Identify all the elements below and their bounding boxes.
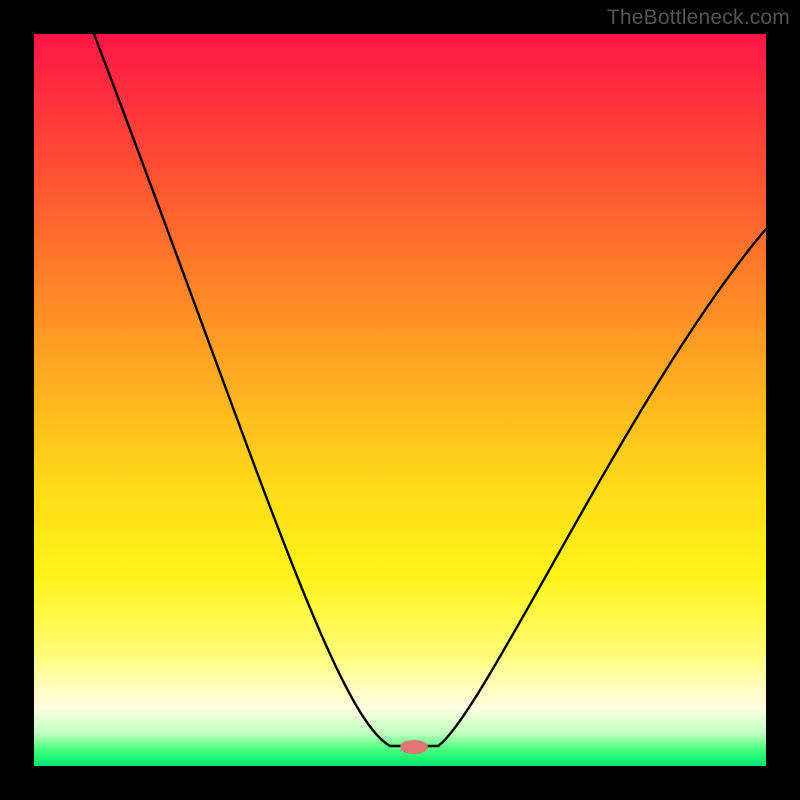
chart-frame: TheBottleneck.com xyxy=(0,0,800,800)
plot-area xyxy=(34,34,766,766)
watermark-label: TheBottleneck.com xyxy=(607,6,790,30)
gradient-background xyxy=(34,34,766,766)
